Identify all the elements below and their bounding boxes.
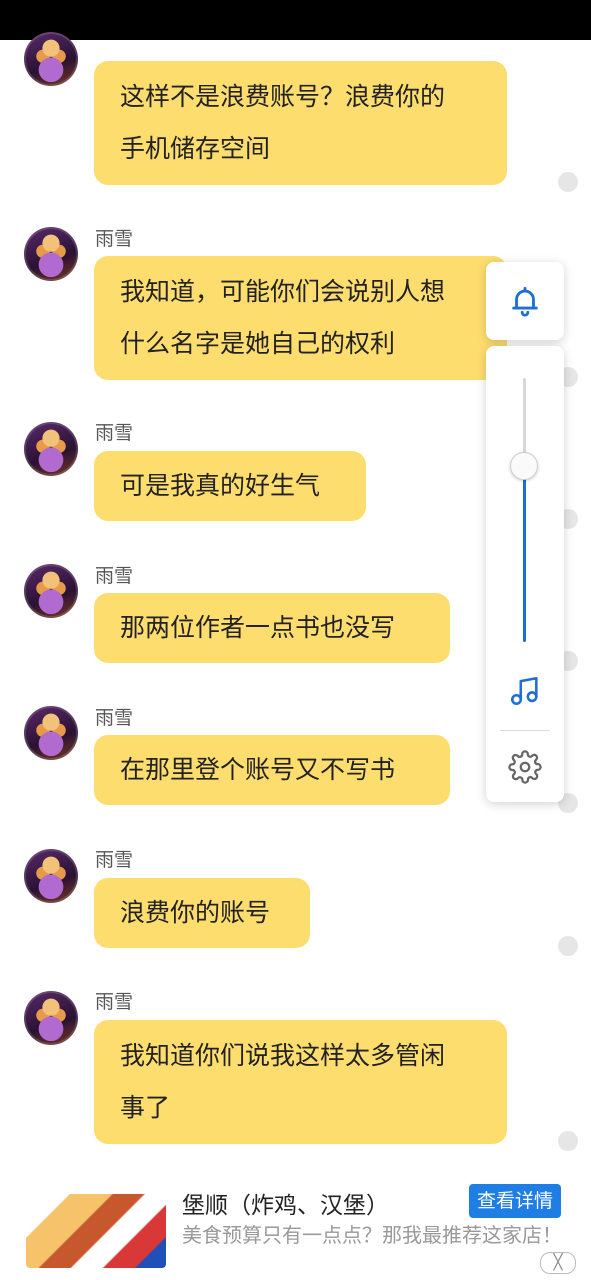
message-line: 那两位作者一点书也没写: [120, 613, 396, 642]
avatar[interactable]: [24, 706, 78, 760]
read-status-dot: [558, 936, 578, 956]
sender-name: 雨雪: [95, 422, 134, 444]
sender-name: 雨雪: [95, 991, 134, 1013]
message-line: 浪费你的账号: [120, 898, 271, 927]
message-bubble[interactable]: 浪费你的账号: [94, 878, 310, 948]
message-bubble[interactable]: 这样不是浪费账号？浪费你的 手机储存空间: [94, 61, 507, 185]
message-bubble[interactable]: 那两位作者一点书也没写: [94, 593, 450, 663]
ad-title: 堡顺（炸鸡、汉堡）: [182, 1193, 389, 1219]
avatar[interactable]: [24, 991, 78, 1045]
message-line: 这样不是浪费账号？浪费你的: [120, 82, 446, 111]
ad-banner[interactable]: 堡顺（炸鸡、汉堡） 美食预算只有一点点？那我最推荐这家店！ 查看详情 ╳: [0, 1172, 591, 1280]
message-line: 可是我真的好生气: [120, 471, 321, 500]
close-ad-button[interactable]: ╳: [540, 1252, 576, 1274]
volume-level-fill[interactable]: [523, 466, 526, 642]
message-line: 在那里登个账号又不写书: [120, 755, 396, 784]
sender-name: 雨雪: [95, 849, 134, 871]
message-bubble[interactable]: 我知道，可能你们会说别人想 什么名字是她自己的权利: [94, 256, 507, 380]
message-line: 事了: [120, 1093, 171, 1122]
status-bar: [0, 0, 591, 40]
view-details-button[interactable]: 查看详情: [469, 1184, 561, 1218]
avatar[interactable]: [24, 849, 78, 903]
message-bubble[interactable]: 在那里登个账号又不写书: [94, 735, 450, 805]
avatar[interactable]: [24, 422, 78, 476]
message-bubble[interactable]: 我知道你们说我这样太多管闲 事了: [94, 1020, 507, 1144]
message-line: 我知道你们说我这样太多管闲: [120, 1041, 446, 1070]
volume-slider-thumb[interactable]: [510, 452, 538, 480]
avatar[interactable]: [24, 32, 78, 86]
read-status-dot: [558, 1131, 578, 1151]
avatar[interactable]: [24, 227, 78, 281]
gear-icon[interactable]: [508, 750, 542, 784]
sender-name: 雨雪: [95, 228, 134, 250]
avatar[interactable]: [24, 564, 78, 618]
bell-icon: [512, 286, 538, 317]
ad-description: 美食预算只有一点点？那我最推荐这家店！: [182, 1223, 562, 1247]
message-line: 什么名字是她自己的权利: [120, 329, 396, 358]
message-line: 手机储存空间: [120, 134, 271, 163]
message-line: 我知道，可能你们会说别人想: [120, 277, 446, 306]
read-status-dot: [558, 172, 578, 192]
divider: [500, 730, 550, 731]
notification-toggle-button[interactable]: [486, 262, 564, 340]
music-note-icon[interactable]: [508, 674, 542, 708]
ad-image[interactable]: [26, 1194, 166, 1268]
sender-name: 雨雪: [95, 707, 134, 729]
volume-panel: [486, 346, 564, 802]
sender-name: 雨雪: [95, 565, 134, 587]
message-bubble[interactable]: 可是我真的好生气: [94, 451, 366, 521]
